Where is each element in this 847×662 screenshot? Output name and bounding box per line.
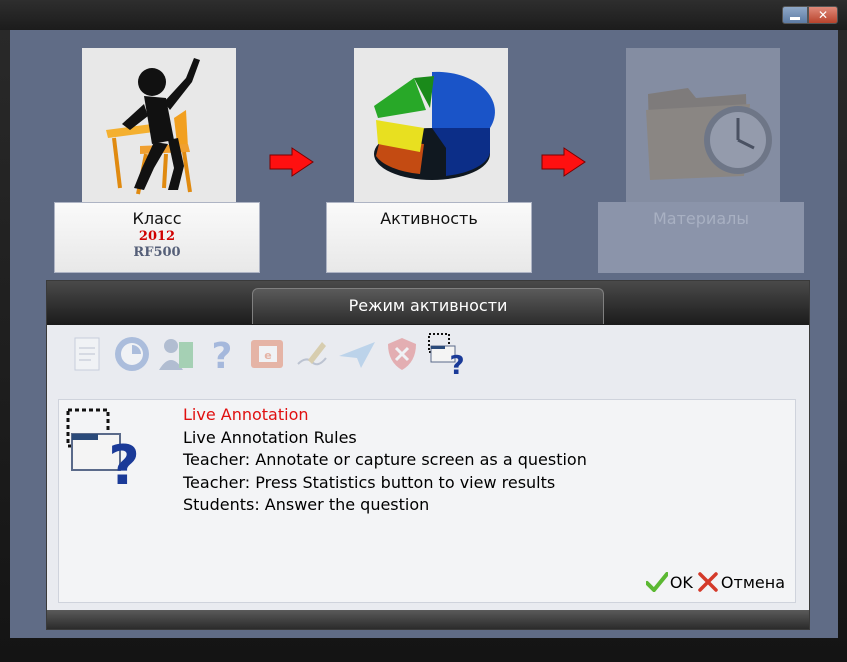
handwriting-icon[interactable] [290, 332, 333, 376]
activity-toolbar: ? e ? [65, 331, 468, 377]
title-bar: ✕ [0, 0, 847, 30]
svg-text:?: ? [449, 351, 464, 376]
class-title: Класс [132, 209, 182, 228]
description-title: Live Annotation [183, 405, 309, 424]
svg-text:e: e [264, 349, 271, 362]
close-icon: ✕ [817, 8, 829, 22]
pie-chart-icon [354, 48, 508, 202]
step-activity-label: Активность [326, 202, 532, 273]
student-figure-icon [82, 48, 236, 202]
panel-header: Режим активности [47, 281, 809, 325]
activity-title: Активность [380, 209, 478, 228]
folder-clock-icon [626, 48, 780, 202]
panel-footer [47, 610, 809, 629]
svg-text:?: ? [108, 434, 139, 488]
description-line: Live Annotation Rules [183, 427, 357, 447]
class-device: RF500 [133, 245, 181, 260]
notes-icon[interactable] [65, 332, 108, 376]
app-window: ✕ Класс 2012 RF500 Активность Материалы … [0, 0, 847, 662]
minimize-button[interactable] [782, 6, 808, 24]
materials-title: Материалы [653, 209, 749, 228]
panel-title: Режим активности [252, 288, 604, 324]
description-line: Teacher: Annotate or capture screen as a… [183, 450, 587, 469]
class-year: 2012 [138, 229, 176, 244]
description-text: Live Annotation Live Annotation Rules Te… [183, 404, 587, 517]
step-materials-label: Материалы [598, 202, 804, 273]
step-class-label: Класс 2012 RF500 [54, 202, 260, 273]
ok-label: OK [669, 572, 693, 592]
right-arrow-icon [541, 147, 586, 177]
presentation-icon[interactable]: e [245, 332, 288, 376]
activity-description: ? Live Annotation Live Annotation Rules … [58, 399, 796, 603]
paper-plane-icon[interactable] [335, 332, 378, 376]
cancel-label: Отмена [720, 572, 785, 592]
live-annotation-icon: ? [66, 408, 146, 497]
dialog-actions: OK Отмена [645, 572, 785, 592]
ok-button[interactable]: OK [645, 572, 693, 592]
right-arrow-icon [269, 147, 314, 177]
cancel-button[interactable]: Отмена [697, 572, 785, 592]
question-mark-icon[interactable]: ? [200, 332, 243, 376]
cross-icon [698, 572, 718, 592]
minimize-icon [790, 16, 800, 20]
shield-x-icon[interactable] [380, 332, 423, 376]
description-line: Teacher: Press Statistics button to view… [183, 472, 556, 492]
user-book-icon[interactable] [155, 332, 198, 376]
svg-text:?: ? [211, 336, 232, 374]
live-annotation-icon[interactable]: ? [425, 332, 468, 376]
description-line: Students: Answer the question [183, 495, 430, 514]
activity-mode-panel: Режим активности ? e ? ? Live Annotation… [46, 280, 810, 630]
clock-quiz-icon[interactable] [110, 332, 153, 376]
close-button[interactable]: ✕ [808, 6, 838, 24]
main-area: Класс 2012 RF500 Активность Материалы Ре… [10, 30, 838, 638]
window-controls: ✕ [782, 6, 838, 24]
panel-body: ? e ? ? Live Annotation Live Annotation … [47, 325, 809, 610]
checkmark-icon [645, 572, 668, 592]
